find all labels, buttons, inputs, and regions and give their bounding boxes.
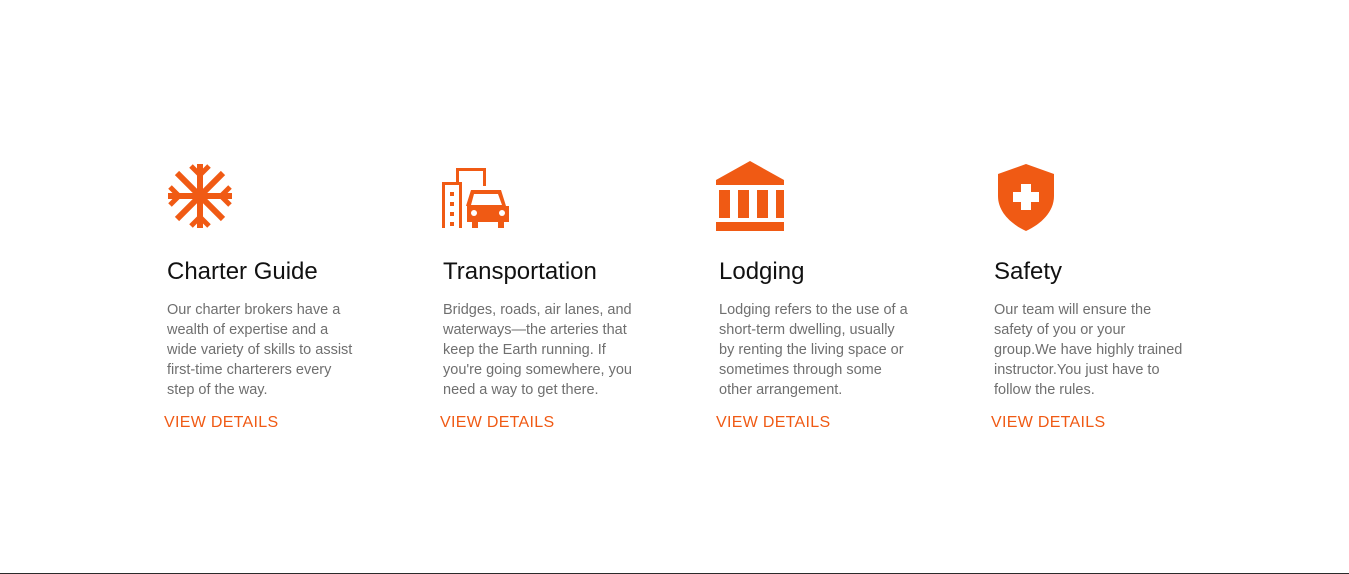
feature-card-lodging: Lodging Lodging refers to the use of a s… <box>716 160 916 432</box>
card-title: Lodging <box>719 258 805 285</box>
card-description: Our charter brokers have a wealth of exp… <box>167 302 353 398</box>
card-description: Lodging refers to the use of a short-ter… <box>719 302 908 398</box>
view-details-link[interactable]: VIEW DETAILS <box>716 414 830 432</box>
snowflake-icon <box>164 160 236 232</box>
feature-card-safety: Safety Our team will ensure the safety o… <box>991 160 1191 432</box>
feature-card-transportation: Transportation Bridges, roads, air lanes… <box>440 160 640 432</box>
card-title: Safety <box>994 258 1063 285</box>
features-section: Charter Guide Our charter brokers have a… <box>0 0 1349 574</box>
city-car-icon <box>440 160 512 232</box>
card-title: Transportation <box>443 258 597 285</box>
shield-plus-icon <box>991 160 1063 232</box>
card-title: Charter Guide <box>167 258 318 285</box>
view-details-link[interactable]: VIEW DETAILS <box>440 414 554 432</box>
view-details-link[interactable]: VIEW DETAILS <box>991 414 1105 432</box>
feature-card-charter-guide: Charter Guide Our charter brokers have a… <box>164 160 364 432</box>
bank-building-icon <box>716 160 788 232</box>
card-description: Our team will ensure the safety of you o… <box>994 302 1183 398</box>
view-details-link[interactable]: VIEW DETAILS <box>164 414 278 432</box>
card-description: Bridges, roads, air lanes, and waterways… <box>443 302 632 398</box>
